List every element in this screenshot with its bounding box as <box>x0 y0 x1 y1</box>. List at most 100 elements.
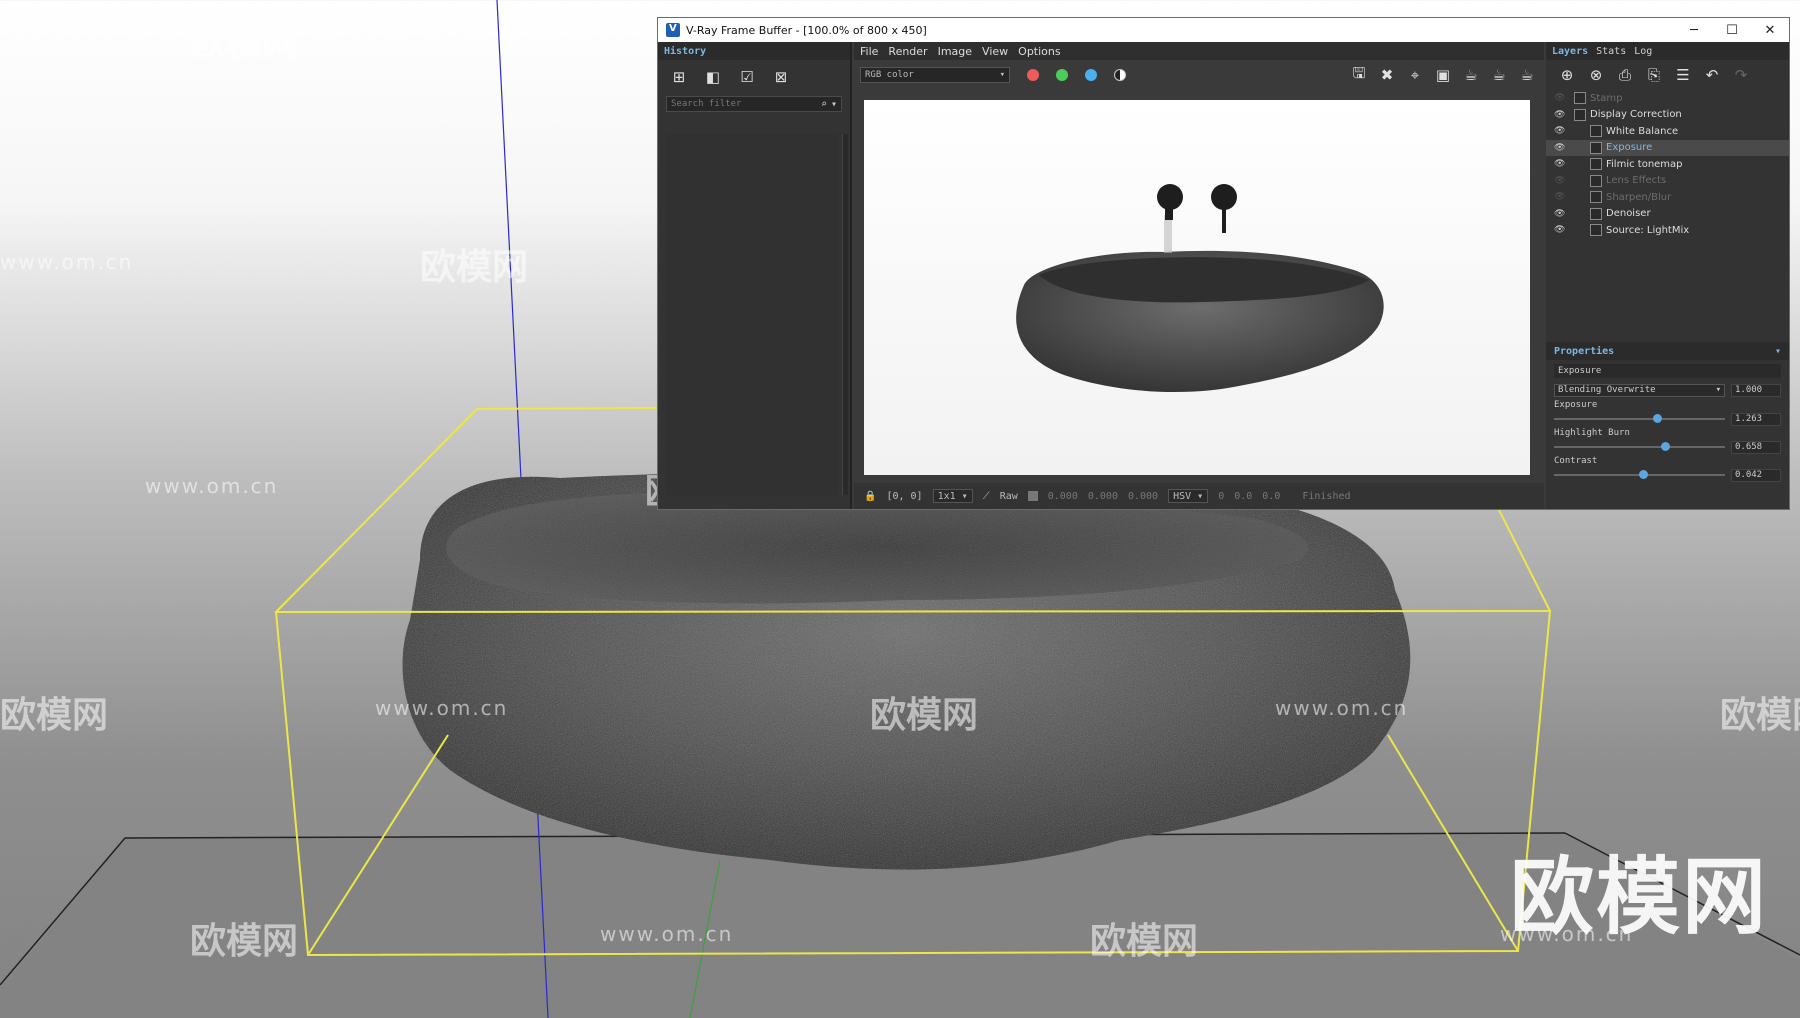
menu-file[interactable]: File <box>860 45 878 58</box>
visibility-eye-icon[interactable]: 👁 <box>1554 110 1568 120</box>
layer-list-icon[interactable]: ☰ <box>1672 65 1694 85</box>
watermark-brand: 欧模网 <box>1720 695 1800 736</box>
chevron-down-icon: ▾ <box>1715 385 1721 395</box>
save-to-history-icon[interactable]: ⊞ <box>668 67 690 87</box>
render-canvas[interactable] <box>864 100 1530 475</box>
color-picker-icon[interactable]: ⟋ <box>983 491 990 502</box>
stop-render-icon[interactable]: ☕ <box>1488 65 1510 85</box>
property-value-field[interactable]: 0.042 <box>1731 468 1781 482</box>
load-from-history-icon[interactable]: ☑ <box>736 67 758 87</box>
load-layer-tree-icon[interactable]: ⎘ <box>1643 65 1665 85</box>
vray-frame-buffer-window[interactable]: V-Ray Frame Buffer - [100.0% of 800 x 45… <box>657 17 1790 510</box>
watermark-url: www.om.cn <box>600 922 734 946</box>
visibility-eye-icon[interactable]: 👁 <box>1554 143 1568 153</box>
slider-handle[interactable] <box>1652 414 1662 423</box>
add-layer-icon[interactable]: ⊕ <box>1556 65 1578 85</box>
layer-item[interactable]: 👁 Display Correction <box>1546 107 1789 124</box>
watermark-url: www.om.cn <box>1275 696 1409 720</box>
properties-panel: Properties ▾ Exposure Blending Overwrite… <box>1546 342 1789 509</box>
layer-item[interactable]: 👁 Denoiser <box>1546 206 1789 223</box>
menu-options[interactable]: Options <box>1018 45 1060 58</box>
maximize-button[interactable]: ☐ <box>1713 23 1751 38</box>
render-status: Finished <box>1302 490 1351 502</box>
panel-options-icon[interactable]: ▾ <box>1775 346 1781 357</box>
hue-value: 0 <box>1218 490 1225 502</box>
layer-name: Exposure <box>1606 142 1653 154</box>
visibility-eye-icon[interactable]: 👁 <box>1554 159 1568 169</box>
redo-icon[interactable]: ↷ <box>1730 65 1752 85</box>
watermark-brand: 欧模网 <box>190 23 299 64</box>
property-value-field[interactable]: 0.658 <box>1731 440 1781 454</box>
clear-image-icon[interactable]: ✖ <box>1376 65 1398 85</box>
pixel-r: 0.000 <box>1047 490 1078 502</box>
menu-view[interactable]: View <box>982 45 1008 58</box>
color-space-select[interactable]: HSV ▾ <box>1168 489 1209 503</box>
layer-name: Lens Effects <box>1606 175 1667 187</box>
layer-type-icon <box>1590 174 1602 187</box>
mono-mode-toggle[interactable] <box>1114 69 1126 81</box>
window-titlebar[interactable]: V-Ray Frame Buffer - [100.0% of 800 x 45… <box>658 18 1789 42</box>
lock-icon[interactable]: 🔒 <box>864 491 876 502</box>
history-header: History <box>658 42 850 60</box>
history-scrollbar[interactable] <box>842 134 848 495</box>
track-mouse-icon[interactable]: ⌖ <box>1404 65 1426 85</box>
blending-amount-field[interactable]: 1.000 <box>1731 383 1781 397</box>
region-render-icon[interactable]: ▣ <box>1432 65 1454 85</box>
visibility-eye-icon[interactable]: 👁 <box>1554 225 1568 235</box>
layer-item[interactable]: 👁 Sharpen/Blur <box>1546 189 1789 206</box>
history-list[interactable] <box>666 134 838 495</box>
channel-select[interactable]: RGB color ▾ <box>860 67 1010 83</box>
tab-layers[interactable]: Layers <box>1552 46 1588 57</box>
layer-type-icon <box>1590 125 1602 138</box>
save-layer-tree-icon[interactable]: ⎙ <box>1614 65 1636 85</box>
render-view-panel: File Render Image View Options RGB color… <box>854 42 1544 509</box>
visibility-eye-icon[interactable]: 👁 <box>1554 176 1568 186</box>
undo-icon[interactable]: ↶ <box>1701 65 1723 85</box>
delete-layer-icon[interactable]: ⊗ <box>1585 65 1607 85</box>
visibility-eye-icon[interactable]: 👁 <box>1554 93 1568 103</box>
saturation-value: 0.0 <box>1234 490 1253 502</box>
layer-item[interactable]: 👁 Exposure <box>1546 139 1789 156</box>
render-icon[interactable]: ☕ <box>1516 65 1538 85</box>
slider-handle[interactable] <box>1661 442 1671 451</box>
layer-item[interactable]: 👁 Stamp <box>1546 90 1789 107</box>
tab-log[interactable]: Log <box>1634 46 1652 57</box>
layer-name: Filmic tonemap <box>1606 158 1683 170</box>
layer-item[interactable]: 👁 White Balance <box>1546 123 1789 140</box>
render-interactive-icon[interactable]: ☕ <box>1460 65 1482 85</box>
ab-compare-icon[interactable]: ◧ <box>702 67 724 87</box>
property-slider[interactable] <box>1554 470 1725 479</box>
visibility-eye-icon[interactable]: 👁 <box>1554 209 1568 219</box>
layers-panel: Layers Stats Log ⊕ ⊗ ⎙ ⎘ ☰ ↶ ↷ 👁 Stamp 👁 Di… <box>1546 42 1789 509</box>
zoom-select[interactable]: 1x1 ▾ <box>932 489 973 503</box>
history-search-input[interactable]: Search filter ⌕ ▾ <box>666 96 842 112</box>
close-button[interactable]: ✕ <box>1751 23 1789 38</box>
property-value-field[interactable]: 1.263 <box>1731 412 1781 426</box>
property-slider[interactable] <box>1554 442 1725 451</box>
green-channel-toggle[interactable] <box>1056 69 1068 81</box>
save-image-icon[interactable]: 🖫 <box>1348 64 1370 85</box>
render-toolbar: RGB color ▾ 🖫 ✖ ⌖ ▣ ☕ ☕ ☕ <box>854 60 1544 90</box>
chevron-down-icon[interactable]: ▾ <box>831 99 837 110</box>
layers-toolbar: ⊕ ⊗ ⎙ ⎘ ☰ ↶ ↷ <box>1546 60 1789 90</box>
blending-mode-select[interactable]: Blending Overwrite ▾ <box>1554 383 1725 397</box>
property-label: Highlight Burn <box>1554 428 1630 438</box>
layer-item[interactable]: 👁 Filmic tonemap <box>1546 156 1789 173</box>
visibility-eye-icon[interactable]: 👁 <box>1554 126 1568 136</box>
layer-type-icon <box>1574 92 1586 105</box>
layer-item[interactable]: 👁 Lens Effects <box>1546 173 1789 190</box>
layers-tabs: Layers Stats Log <box>1546 42 1789 60</box>
remove-from-history-icon[interactable]: ⊠ <box>770 67 792 87</box>
visibility-eye-icon[interactable]: 👁 <box>1554 192 1568 202</box>
layer-item[interactable]: 👁 Source: LightMix <box>1546 222 1789 239</box>
minimize-button[interactable]: ─ <box>1675 23 1713 38</box>
layer-name: Source: LightMix <box>1606 224 1690 236</box>
menu-image[interactable]: Image <box>938 45 972 58</box>
layer-name: White Balance <box>1606 125 1679 137</box>
red-channel-toggle[interactable] <box>1027 69 1039 81</box>
tab-stats[interactable]: Stats <box>1596 46 1626 57</box>
slider-handle[interactable] <box>1638 470 1648 479</box>
menu-render[interactable]: Render <box>888 45 927 58</box>
blue-channel-toggle[interactable] <box>1085 69 1097 81</box>
property-slider[interactable] <box>1554 414 1725 423</box>
